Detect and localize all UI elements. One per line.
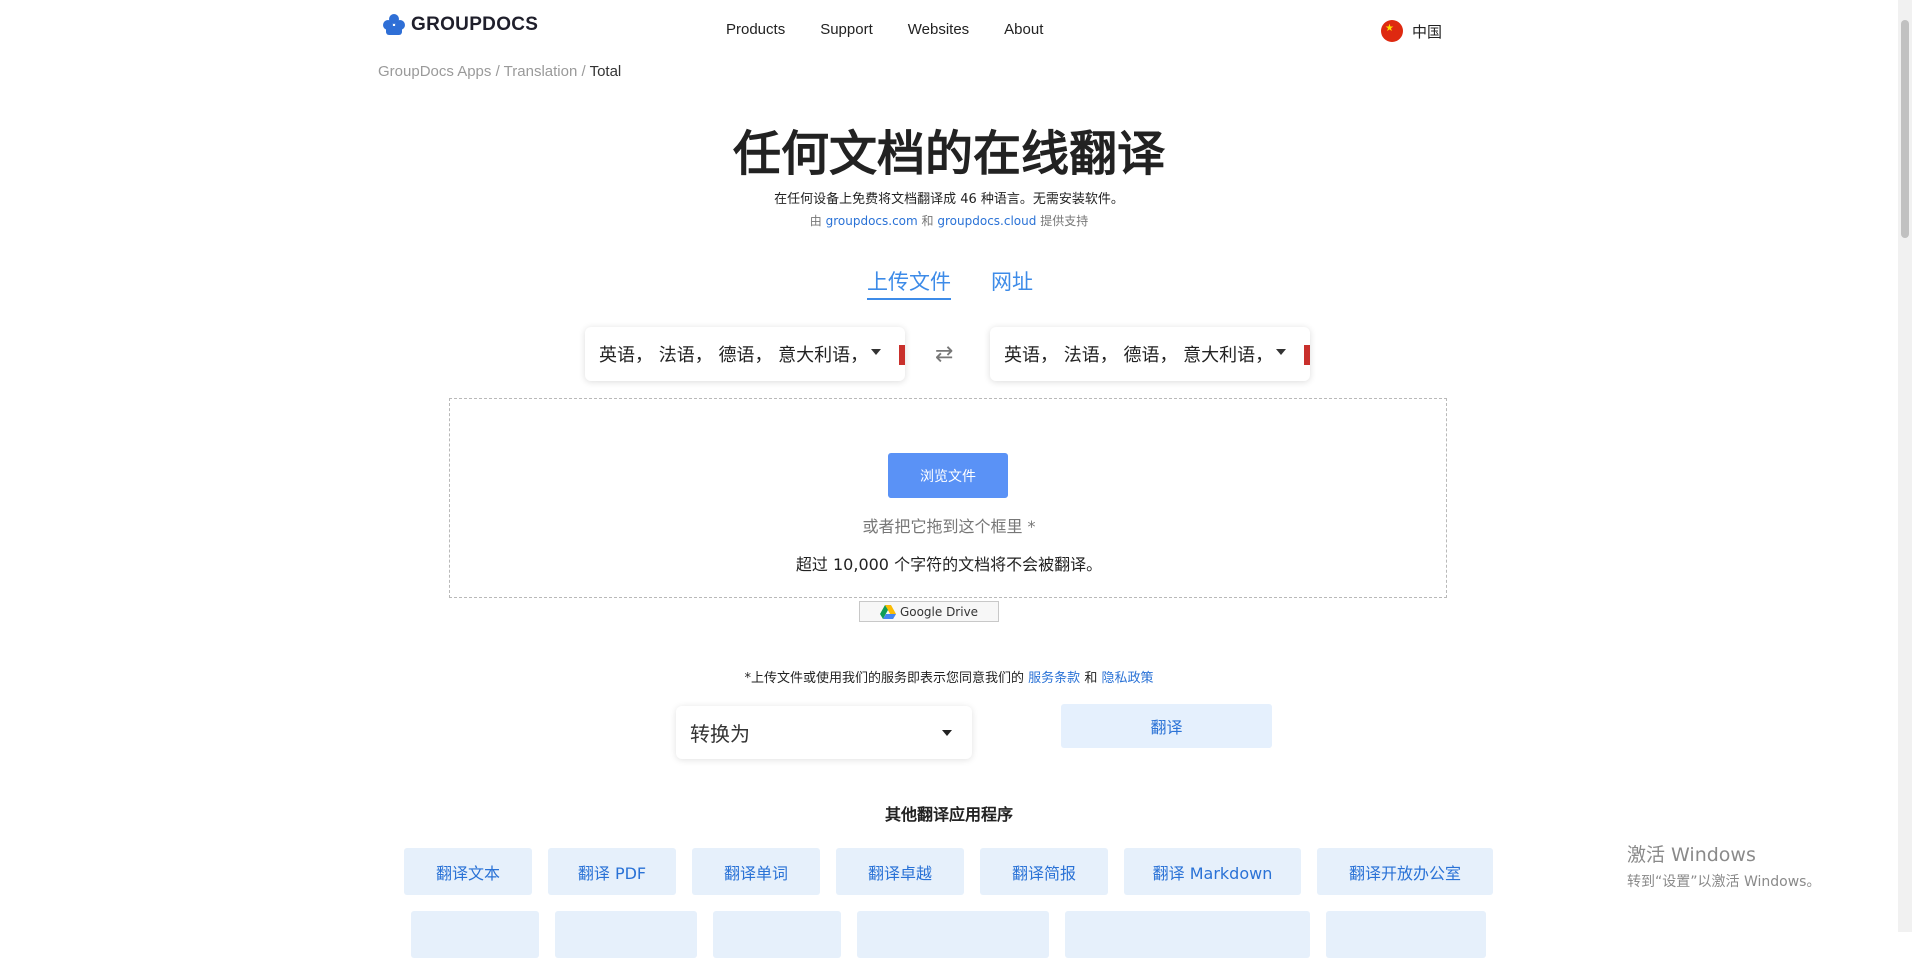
locale-label: 中国 [1412,22,1443,41]
chevron-down-icon [1276,349,1286,355]
page-title: 任何文档的在线翻译 [732,126,1165,182]
app-chip-excel[interactable]: 翻译卓越 [836,848,964,895]
page: GROUPDOCS Products Support Websites Abou… [0,0,1898,958]
chevron-down-icon [942,730,952,736]
groupdocs-com-link[interactable]: groupdocs.com [826,214,918,228]
app-chip-cut[interactable] [1326,911,1486,958]
browse-files-button[interactable]: 浏览文件 [888,453,1008,498]
swap-arrows-icon[interactable]: ⇄ [935,342,953,367]
nav-support[interactable]: Support [820,21,873,38]
target-language-value: 英语， 法语， 德语， 意大利语， [1004,345,1274,366]
app-chip-markdown[interactable]: 翻译 Markdown [1124,848,1301,895]
breadcrumb-separator: / [495,63,500,80]
app-chip-word[interactable]: 翻译单词 [692,848,820,895]
source-language-select[interactable]: 英语， 法语， 德语， 意大利语， [585,327,905,381]
app-chip-openoffice[interactable]: 翻译开放办公室 [1317,848,1493,895]
breadcrumb: GroupDocs Apps / Translation / Total [378,63,621,80]
groupdocs-logo[interactable]: GROUPDOCS [383,14,538,36]
powered-prefix: 由 [809,214,822,228]
terms-of-service-link[interactable]: 服务条款 [1028,671,1080,686]
scroll-edge [1304,345,1310,365]
terms-notice: *上传文件或使用我们的服务即表示您同意我们的 服务条款 和 隐私政策 [0,667,1898,686]
nav-about[interactable]: About [1004,21,1043,38]
terms-and: 和 [1084,671,1098,686]
app-chip-cut[interactable] [555,911,697,958]
tab-upload-file[interactable]: 上传文件 [867,266,951,300]
breadcrumb-translation[interactable]: Translation [504,63,578,80]
drag-hint: 或者把它拖到这个框里 * [862,517,1036,536]
google-drive-label: Google Drive [899,604,979,619]
app-chip-cut[interactable] [411,911,539,958]
chevron-down-icon [871,349,881,355]
app-chip-text[interactable]: 翻译文本 [404,848,532,895]
app-chip-cut[interactable] [857,911,1049,958]
tab-url[interactable]: 网址 [991,266,1033,300]
app-chip-cut[interactable] [1065,911,1310,958]
app-chip-pdf[interactable]: 翻译 PDF [548,848,676,895]
page-subtitle: 在任何设备上免费将文档翻译成 46 种语言。无需安装软件。 [774,192,1124,207]
watermark-line2: 转到“设置”以激活 Windows。 [1627,874,1821,890]
app-chip-presentation[interactable]: 翻译简报 [980,848,1108,895]
google-drive-icon [879,604,896,619]
watermark-line1: 激活 Windows [1627,844,1756,866]
groupdocs-cloud-link[interactable]: groupdocs.cloud [937,214,1036,228]
source-tabs: 上传文件 网址 [867,266,1033,300]
app-chip-cut[interactable] [713,911,841,958]
breadcrumb-separator: / [581,63,586,80]
target-language-select[interactable]: 英语， 法语， 德语， 意大利语， [990,327,1310,381]
convert-label: 转换为 [690,722,750,746]
powered-by: 由 groupdocs.com 和 groupdocs.cloud 提供支持 [0,212,1898,229]
scroll-edge [899,345,905,365]
breadcrumb-apps[interactable]: GroupDocs Apps [378,63,491,80]
terms-prefix: *上传文件或使用我们的服务即表示您同意我们的 [744,671,1025,686]
main-nav: Products Support Websites About [726,21,1043,38]
logo-text: GROUPDOCS [411,14,539,35]
privacy-policy-link[interactable]: 隐私政策 [1101,671,1153,686]
translate-button[interactable]: 翻译 [1061,704,1272,748]
nav-websites[interactable]: Websites [908,21,969,38]
powered-suffix: 提供支持 [1040,214,1089,228]
powered-and: 和 [921,214,934,228]
scrollbar-thumb[interactable] [1901,20,1909,238]
source-language-value: 英语， 法语， 德语， 意大利语， [599,345,869,366]
locale-selector[interactable]: 中国 [1381,20,1442,42]
china-flag-icon [1381,20,1403,42]
breadcrumb-current: Total [589,63,622,80]
convert-format-select[interactable]: 转换为 [676,706,972,759]
google-drive-button[interactable]: Google Drive [859,601,999,622]
nav-products[interactable]: Products [726,21,785,38]
groupdocs-logo-icon [383,14,405,36]
character-limit-note: 超过 10,000 个字符的文档将不会被翻译。 [795,555,1103,574]
windows-activation-watermark: 激活 Windows 转到“设置”以激活 Windows。 [1627,840,1820,891]
other-apps-title: 其他翻译应用程序 [884,805,1013,824]
